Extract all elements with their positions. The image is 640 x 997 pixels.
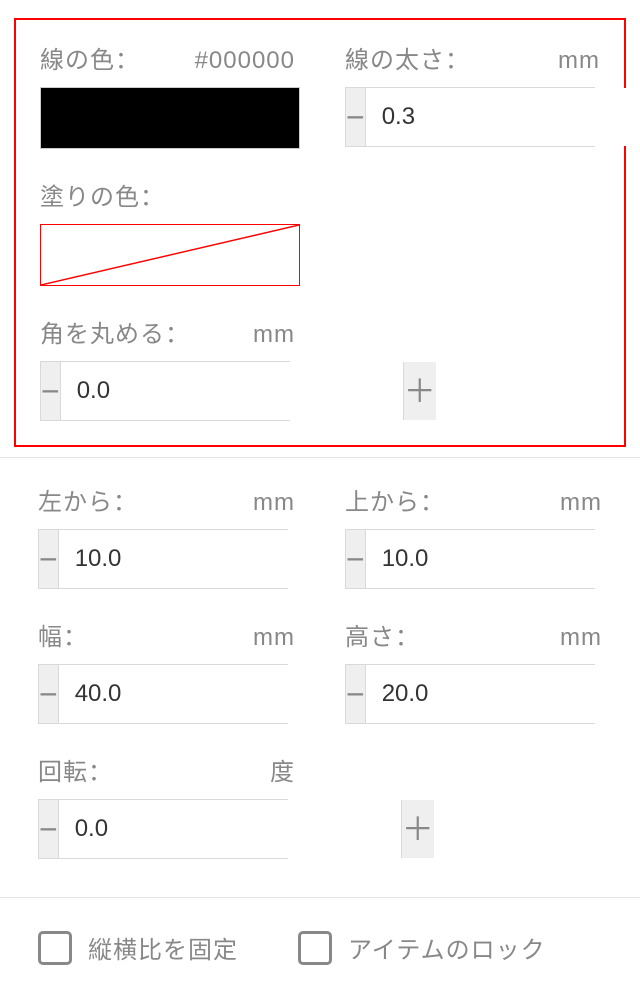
height-stepper: − ＋: [345, 664, 595, 724]
line-width-unit: mm: [558, 47, 600, 75]
line-color-value-text: #000000: [195, 47, 295, 75]
height-unit: mm: [560, 624, 602, 652]
corner-radius-decrement-button[interactable]: −: [41, 362, 61, 420]
height-decrement-button[interactable]: −: [346, 665, 366, 723]
appearance-section: 線の色： #000000 線の太さ： mm − ＋ 塗りの色：: [14, 18, 626, 447]
line-color-field: 線の色： #000000: [40, 40, 295, 149]
width-stepper: − ＋: [38, 664, 288, 724]
corner-radius-field: 角を丸める： mm − ＋: [40, 314, 295, 421]
lock-item-checkbox[interactable]: アイテムのロック: [298, 930, 546, 965]
from-top-unit: mm: [560, 489, 602, 517]
corner-radius-label: 角を丸める：: [40, 314, 190, 349]
fill-color-label: 塗りの色：: [40, 177, 165, 212]
height-input[interactable]: [366, 665, 640, 723]
line-width-field: 線の太さ： mm − ＋: [345, 40, 600, 149]
corner-radius-stepper: − ＋: [40, 361, 290, 421]
rotation-stepper: − ＋: [38, 799, 288, 859]
from-left-unit: mm: [253, 489, 295, 517]
line-width-stepper: − ＋: [345, 87, 595, 147]
height-label: 高さ：: [345, 617, 420, 652]
no-fill-icon: [41, 225, 299, 285]
lock-item-label: アイテムのロック: [348, 930, 546, 965]
rotation-label: 回転：: [38, 752, 113, 787]
from-top-field: 上から： mm − ＋: [345, 482, 602, 589]
options-section: 縦横比を固定 アイテムのロック: [0, 898, 640, 997]
from-top-label: 上から：: [345, 482, 445, 517]
corner-radius-unit: mm: [253, 321, 295, 349]
line-width-decrement-button[interactable]: −: [346, 88, 366, 146]
line-color-label: 線の色：: [40, 40, 140, 75]
rotation-unit: 度: [270, 752, 295, 787]
fill-color-field: 塗りの色：: [40, 177, 600, 286]
line-width-label: 線の太さ：: [345, 40, 470, 75]
checkbox-icon: [298, 931, 332, 965]
position-section: 左から： mm − ＋ 上から： mm − ＋ 幅：: [0, 458, 640, 887]
height-field: 高さ： mm − ＋: [345, 617, 602, 724]
width-label: 幅：: [38, 617, 88, 652]
line-width-input[interactable]: [366, 88, 640, 146]
from-top-stepper: − ＋: [345, 529, 595, 589]
from-left-decrement-button[interactable]: −: [39, 530, 59, 588]
fill-color-swatch[interactable]: [40, 224, 300, 286]
width-decrement-button[interactable]: −: [39, 665, 59, 723]
from-left-stepper: − ＋: [38, 529, 288, 589]
from-top-input[interactable]: [366, 530, 640, 588]
from-left-field: 左から： mm − ＋: [38, 482, 295, 589]
from-top-decrement-button[interactable]: −: [346, 530, 366, 588]
lock-aspect-label: 縦横比を固定: [88, 930, 238, 965]
from-left-label: 左から：: [38, 482, 138, 517]
width-unit: mm: [253, 624, 295, 652]
rotation-field: 回転： 度 − ＋: [38, 752, 295, 859]
checkbox-icon: [38, 931, 72, 965]
lock-aspect-checkbox[interactable]: 縦横比を固定: [38, 930, 238, 965]
rotation-decrement-button[interactable]: −: [39, 800, 59, 858]
line-color-swatch[interactable]: [40, 87, 300, 149]
width-field: 幅： mm − ＋: [38, 617, 295, 724]
